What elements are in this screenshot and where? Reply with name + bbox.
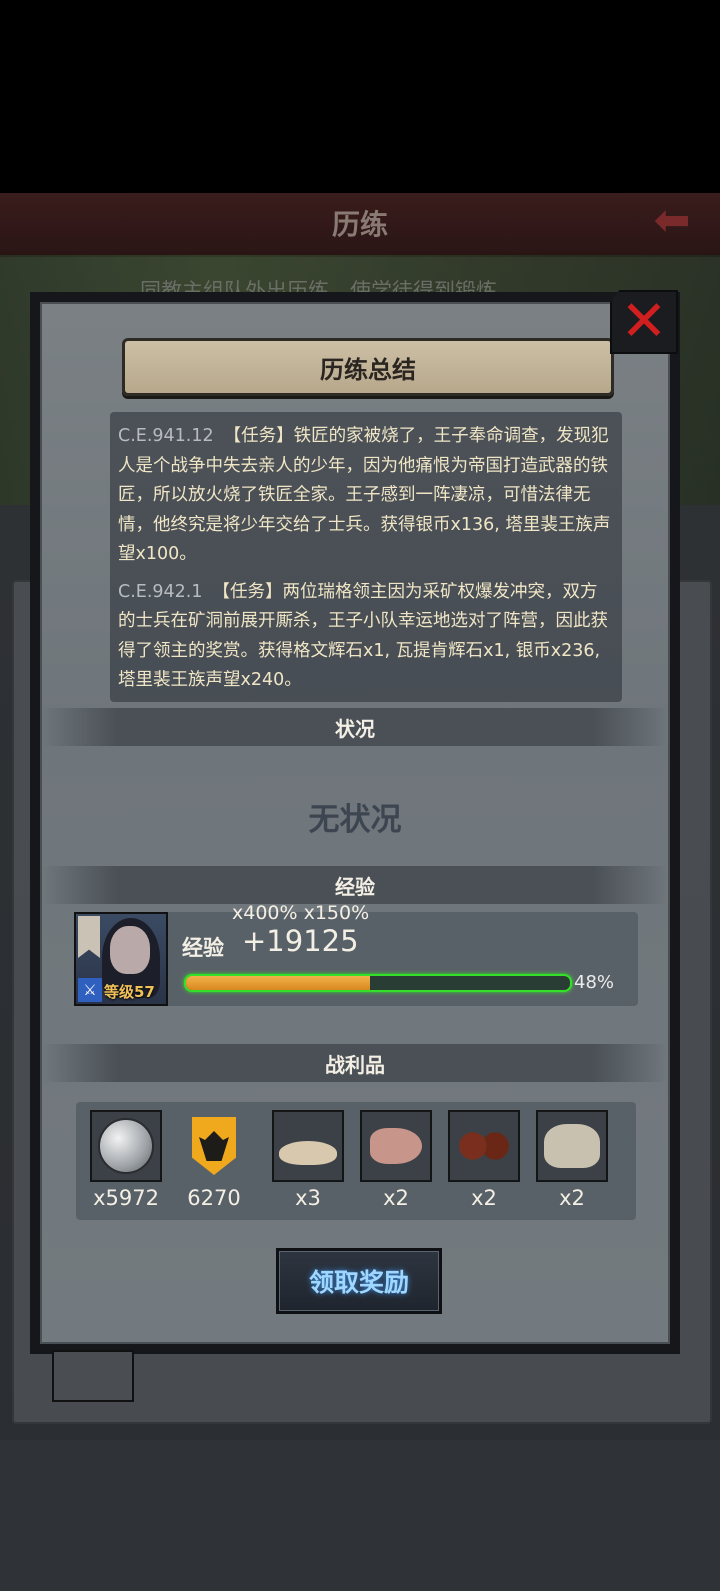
claim-reward-button[interactable]: 领取奖励 <box>276 1248 442 1314</box>
banner-icon <box>78 916 100 958</box>
exp-gain: +19125 <box>242 924 359 958</box>
fish-icon <box>360 1110 432 1182</box>
background-bottom <box>0 1440 720 1591</box>
modal-body: 历练总结 C.E.941.12 【任务】铁匠的家被烧了，王子奉命调查，发现犯人是个… <box>40 302 670 1344</box>
loot-count: x2 <box>471 1186 497 1210</box>
exp-section-header: 经验 <box>42 866 668 904</box>
loot-item[interactable]: x2 <box>536 1110 608 1210</box>
avatar-face <box>110 926 150 974</box>
exp-progress-fill <box>186 976 371 990</box>
modal-title: 历练总结 <box>320 355 416 384</box>
summary-modal: 历练总结 C.E.941.12 【任务】铁匠的家被烧了，王子奉命调查，发现犯人是个… <box>30 290 680 1354</box>
exp-multipliers: x400% x150% <box>232 902 370 924</box>
sword-class-icon: ⚔ <box>78 978 102 1002</box>
loot-item[interactable]: 6270 <box>178 1110 250 1210</box>
log-date: C.E.941.12 <box>118 426 214 446</box>
loot-item[interactable]: x5972 <box>90 1110 162 1210</box>
background-header: 历练 ⬅ <box>0 193 720 257</box>
royal-crest-icon <box>178 1110 250 1182</box>
silver-coin-icon <box>90 1110 162 1182</box>
loot-item[interactable]: x2 <box>448 1110 520 1210</box>
status-value: 无状况 <box>308 802 402 838</box>
training-log: C.E.941.12 【任务】铁匠的家被烧了，王子奉命调查，发现犯人是个战争中失去… <box>110 412 622 702</box>
log-text: 【任务】铁匠的家被烧了，王子奉命调查，发现犯人是个战争中失去亲人的少年，因为他痛… <box>118 426 611 564</box>
log-entry: C.E.942.1 【任务】两位瑞格领主因为采矿权爆发冲突，双方的士兵在矿洞前展开… <box>118 578 614 696</box>
close-icon[interactable]: ✕ <box>610 290 678 354</box>
loot-count: 6270 <box>187 1186 241 1210</box>
log-date: C.E.942.1 <box>118 581 203 602</box>
title-plate: 历练总结 <box>122 338 614 396</box>
flour-icon <box>272 1110 344 1182</box>
loot-count: x2 <box>383 1186 409 1210</box>
background-slot <box>52 1350 134 1402</box>
loot-section-header: 战利品 <box>42 1044 668 1082</box>
loot-count: x3 <box>295 1186 321 1210</box>
loot-count: x5972 <box>93 1186 159 1210</box>
status-section-header: 状况 <box>42 708 668 746</box>
exp-progress-bar <box>184 974 572 992</box>
loot-item[interactable]: x3 <box>272 1110 344 1210</box>
sugar-sack-icon <box>536 1110 608 1182</box>
loot-item[interactable]: x2 <box>360 1110 432 1210</box>
loot-count: x2 <box>559 1186 585 1210</box>
back-arrow-icon[interactable]: ⬅ <box>642 199 702 243</box>
hero-level: 等级57 <box>104 983 155 1001</box>
exp-progress-percent: 48% <box>574 972 615 993</box>
exp-label: 经验 <box>182 936 224 960</box>
log-entry: C.E.941.12 【任务】铁匠的家被烧了，王子奉命调查，发现犯人是个战争中失去… <box>118 422 614 570</box>
coffee-beans-icon <box>448 1110 520 1182</box>
background-title: 历练 <box>331 208 388 241</box>
hero-avatar[interactable]: ⚔ 等级57 <box>74 912 168 1006</box>
